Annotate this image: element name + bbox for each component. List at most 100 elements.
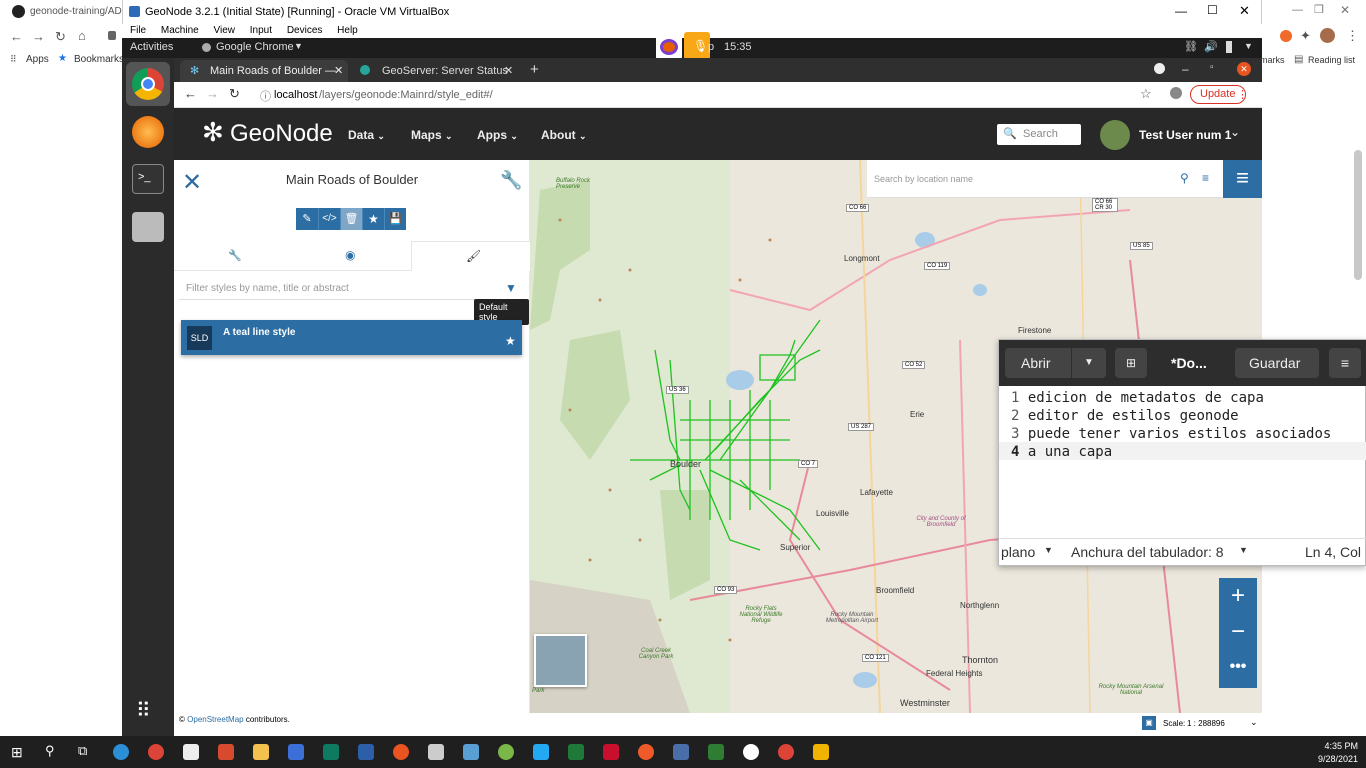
cursor-position[interactable]: Ln 4, Col: [1305, 544, 1361, 560]
tab-styles-active[interactable]: 🖌: [411, 241, 530, 271]
style-filter-input[interactable]: Filter styles by name, title or abstract…: [179, 278, 525, 300]
firefox-dock-icon[interactable]: [132, 116, 164, 148]
terminal-icon[interactable]: >_: [132, 164, 164, 194]
activities-button[interactable]: Activities: [130, 41, 173, 53]
scale-value[interactable]: 1 : 288896: [1187, 719, 1225, 728]
vbox-menu-devices[interactable]: Devices: [287, 25, 323, 36]
location-search-input[interactable]: Search by location name ⚲ ≡: [867, 160, 1223, 198]
geonode-logo-icon[interactable]: ✻: [202, 117, 224, 148]
app-icon-6[interactable]: [708, 744, 724, 760]
vscode-icon[interactable]: [533, 744, 549, 760]
bookmark-star-icon[interactable]: ☆: [1140, 86, 1152, 102]
new-tab-icon[interactable]: ⊞: [1115, 348, 1147, 378]
save-button[interactable]: Guardar: [1235, 348, 1319, 378]
qgis-icon[interactable]: [498, 744, 514, 760]
box-icon[interactable]: [428, 744, 444, 760]
new-tab-icon[interactable]: +: [530, 61, 539, 78]
edit-icon[interactable]: ✎: [296, 208, 318, 230]
ubuntu-clock[interactable]: 15:35: [724, 41, 752, 53]
profile-icon[interactable]: [1170, 87, 1182, 99]
battery-icon[interactable]: [1226, 41, 1232, 53]
app-icon-3[interactable]: [463, 744, 479, 760]
file-explorer-icon[interactable]: [253, 744, 269, 760]
save-icon[interactable]: 💾: [384, 208, 406, 230]
bookmark-apps[interactable]: Apps: [26, 54, 49, 65]
excel-icon[interactable]: [568, 744, 584, 760]
tab-preview-eye-icon[interactable]: ◉: [345, 248, 355, 262]
user-chevron-icon[interactable]: ⌄: [1230, 125, 1240, 139]
default-star-icon[interactable]: ★: [505, 334, 516, 348]
powershell-icon[interactable]: [358, 744, 374, 760]
zoom-out-icon[interactable]: −: [1219, 618, 1257, 646]
app-menu[interactable]: Google Chrome: [216, 41, 294, 53]
profile-avatar[interactable]: [1320, 28, 1335, 43]
host-minimize-icon[interactable]: —: [1292, 4, 1303, 16]
tab-geoserver[interactable]: GeoServer: Server Status ✕: [352, 60, 520, 82]
vm-close-icon[interactable]: ✕: [1237, 62, 1251, 76]
menu-apps[interactable]: Apps ⌄: [477, 128, 518, 142]
scale-chevron-icon[interactable]: ⌄: [1250, 717, 1258, 728]
filter-funnel-icon[interactable]: ▼: [505, 281, 517, 295]
chrome-taskbar-icon-2[interactable]: [778, 744, 794, 760]
info-icon[interactable]: ⓘ: [260, 88, 271, 104]
host-scrollbar[interactable]: [1354, 150, 1362, 280]
vm-minimize-icon[interactable]: –: [1182, 62, 1189, 76]
scale-icon[interactable]: ▣: [1142, 716, 1156, 730]
tab-close-icon[interactable]: ✕: [504, 64, 513, 77]
user-name[interactable]: Test User num 1: [1139, 128, 1231, 142]
bookmark-bookmarks[interactable]: Bookmarks: [74, 54, 124, 65]
volume-icon[interactable]: 🔊: [1204, 40, 1218, 53]
open-button[interactable]: Abrir: [1005, 348, 1071, 378]
host-restore-icon[interactable]: ❐: [1314, 3, 1324, 16]
vbox-maximize-icon[interactable]: ☐: [1207, 3, 1218, 17]
tab-search-icon[interactable]: [1154, 63, 1165, 74]
mic-notif[interactable]: 🎙: [684, 32, 710, 60]
firefox-icon[interactable]: [660, 39, 678, 55]
app-icon-7[interactable]: [743, 744, 759, 760]
vm-restore-icon[interactable]: ▫: [1210, 62, 1214, 73]
menu-about[interactable]: About ⌄: [541, 128, 587, 142]
vbox-menu-view[interactable]: View: [214, 25, 236, 36]
tab-settings-icon[interactable]: 🔧: [228, 249, 242, 262]
chrome-icon[interactable]: [132, 68, 164, 100]
forward-icon[interactable]: →: [206, 86, 219, 101]
more-icon[interactable]: •••: [1219, 658, 1257, 676]
tab-main-roads[interactable]: ✻ Main Roads of Boulder — ✕: [180, 60, 348, 82]
bookmark-marks[interactable]: marks: [1260, 55, 1285, 65]
zoom-in-icon[interactable]: +: [1219, 582, 1257, 610]
user-avatar[interactable]: [1100, 120, 1130, 150]
extension-icon[interactable]: [1280, 30, 1292, 42]
app-icon-1[interactable]: [218, 744, 234, 760]
app-icon-2[interactable]: [288, 744, 304, 760]
search-icon[interactable]: ⚲: [1180, 171, 1189, 185]
osm-link[interactable]: OpenStreetMap: [187, 715, 243, 724]
tab-width[interactable]: Anchura del tabulador: 8: [1071, 544, 1224, 560]
app-icon-5[interactable]: [673, 744, 689, 760]
url-field[interactable]: ⓘ localhost /layers/geonode:Mainrd/style…: [224, 85, 1164, 105]
vbox-minimize-icon[interactable]: —: [1175, 4, 1187, 18]
back-icon[interactable]: ←: [10, 29, 23, 44]
store-icon[interactable]: [183, 744, 199, 760]
gedit-text-area[interactable]: 1 edicion de metadatos de capa 2 editor …: [999, 386, 1366, 536]
vbox-menu-machine[interactable]: Machine: [161, 25, 199, 36]
hamburger-icon[interactable]: ≡: [1329, 348, 1361, 378]
task-view-icon[interactable]: ⧉: [78, 743, 87, 759]
vbox-menu-file[interactable]: File: [130, 25, 146, 36]
back-icon[interactable]: ←: [184, 86, 197, 101]
filezilla-icon[interactable]: [603, 744, 619, 760]
syntax-mode[interactable]: plano: [1001, 544, 1035, 560]
files-icon[interactable]: [132, 212, 164, 242]
mode-caret-icon[interactable]: ▼: [1044, 545, 1053, 555]
vbox-menu-help[interactable]: Help: [337, 25, 358, 36]
style-list-item[interactable]: SLD A teal line style ★: [181, 320, 522, 355]
chrome-taskbar-icon[interactable]: [148, 744, 164, 760]
trash-icon[interactable]: 🗑: [340, 208, 362, 230]
host-tab-title[interactable]: geonode-training/ADDI: [30, 6, 122, 17]
show-apps-icon[interactable]: ⠿: [136, 698, 151, 723]
system-caret-icon[interactable]: ▼: [1244, 41, 1253, 51]
puzzle-icon[interactable]: ✦: [1300, 28, 1311, 44]
virtualbox-taskbar-icon[interactable]: [813, 744, 829, 760]
set-default-star-icon[interactable]: ★: [362, 208, 384, 230]
edge-icon[interactable]: [113, 744, 129, 760]
burger-menu-icon[interactable]: ≡: [1223, 160, 1262, 198]
